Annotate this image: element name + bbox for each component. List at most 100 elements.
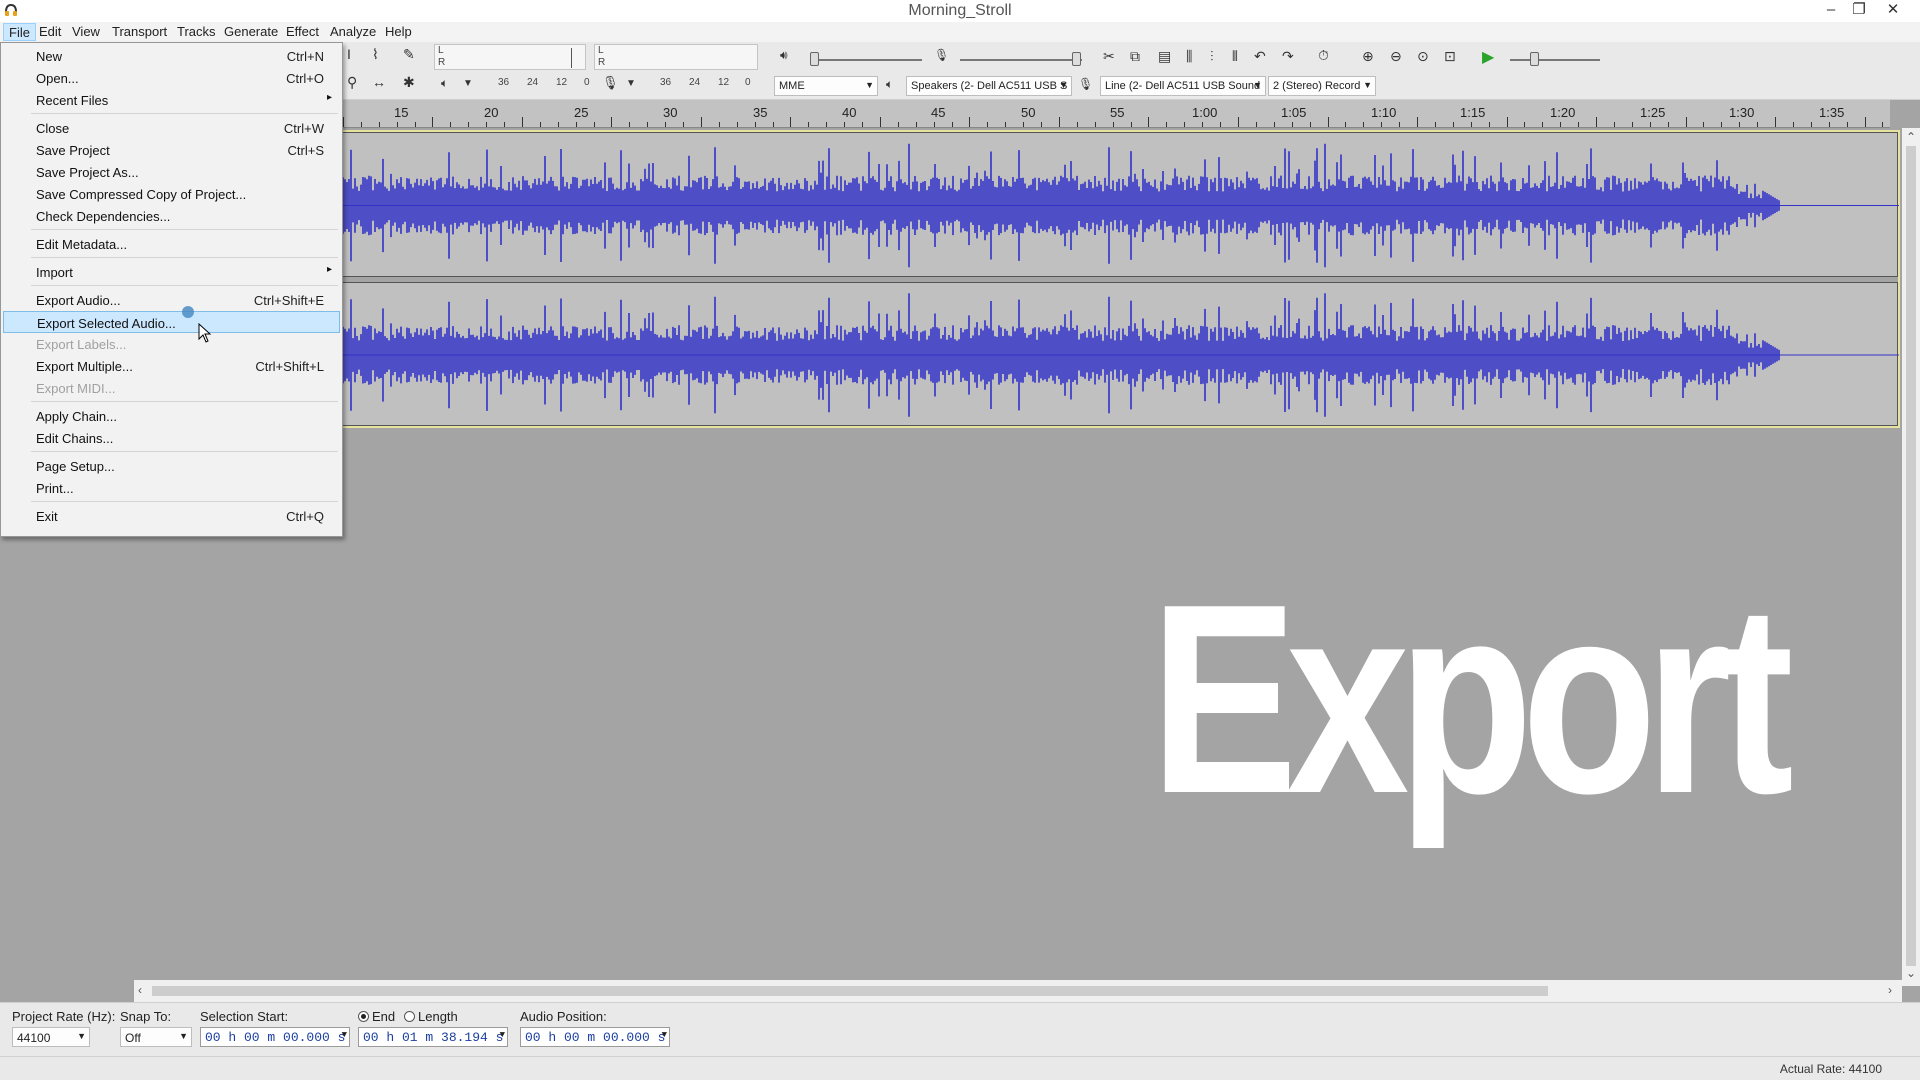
vertical-scroll-thumb[interactable] xyxy=(1906,146,1916,966)
menu-item-recent-files[interactable]: Recent Files ▸ xyxy=(3,89,340,111)
minimize-button[interactable]: – xyxy=(1818,0,1844,20)
menu-item-import[interactable]: Import ▸ xyxy=(3,261,340,283)
input-device-value: Line (2- Dell AC511 USB Sound xyxy=(1105,80,1261,92)
timeshift-tool-icon[interactable]: ↔ xyxy=(372,74,386,90)
length-radio[interactable]: Length xyxy=(404,1009,458,1024)
audio-host-select[interactable]: MME ▼ xyxy=(774,76,878,96)
ruler-tick xyxy=(1847,122,1848,127)
selection-end-time[interactable]: 00 h 01 m 38.194 s ▼ xyxy=(358,1027,508,1047)
snap-to-select[interactable]: Off ▼ xyxy=(120,1027,192,1047)
draw-tool-icon[interactable]: ✎ xyxy=(403,46,415,63)
meter-scale-label: 24 xyxy=(527,77,539,88)
scroll-left-icon[interactable]: ‹ xyxy=(138,983,142,997)
output-volume-thumb[interactable] xyxy=(810,52,819,66)
scroll-up-icon[interactable]: ⌃ xyxy=(1906,130,1916,144)
menu-view[interactable]: View xyxy=(67,23,105,41)
menu-item-exit[interactable]: Exit Ctrl+Q xyxy=(3,505,340,527)
output-device-select[interactable]: Speakers (2- Dell AC511 USB S ▼ xyxy=(906,76,1072,96)
waveform-channel-left[interactable] xyxy=(342,132,1899,277)
horizontal-scroll-thumb[interactable] xyxy=(152,986,1548,996)
multi-tool-icon[interactable]: ✱ xyxy=(403,74,415,91)
redo-icon[interactable]: ↷ xyxy=(1282,48,1294,65)
trim-icon[interactable]: ⫼ xyxy=(1186,48,1192,65)
menu-transport[interactable]: Transport xyxy=(107,23,172,41)
menu-file[interactable]: File xyxy=(3,23,36,41)
menu-item-save-project-as[interactable]: Save Project As... xyxy=(3,161,340,183)
input-device-select[interactable]: Line (2- Dell AC511 USB Sound ▼ xyxy=(1100,76,1266,96)
menu-item-label: Export Labels... xyxy=(36,337,127,352)
play-at-speed-icon[interactable]: ▶ xyxy=(1482,47,1494,67)
menu-item-label: Check Dependencies... xyxy=(36,209,171,224)
menu-generate[interactable]: Generate xyxy=(219,23,283,41)
zoom-in-icon[interactable]: ⊕ xyxy=(1362,48,1374,65)
menu-help[interactable]: Help xyxy=(380,23,417,41)
undo-icon[interactable]: ↶ xyxy=(1254,48,1266,65)
input-volume-thumb[interactable] xyxy=(1072,52,1081,66)
selection-tool-icon[interactable]: I xyxy=(347,46,351,62)
chevron-down-icon[interactable]: ▼ xyxy=(626,78,636,89)
menu-item-label: Export Multiple... xyxy=(36,359,133,374)
paste-icon[interactable]: ▤ xyxy=(1158,48,1171,65)
menu-item-save-project[interactable]: Save Project Ctrl+S xyxy=(3,139,340,161)
ruler-label: 50 xyxy=(1021,105,1036,120)
scroll-right-icon[interactable]: › xyxy=(1888,983,1892,997)
menu-item-check-dependencies[interactable]: Check Dependencies... xyxy=(3,205,340,227)
menu-item-export-audio[interactable]: Export Audio... Ctrl+Shift+E xyxy=(3,289,340,311)
chevron-down-icon: ▼ xyxy=(865,80,874,90)
ruler-tick xyxy=(1650,122,1651,127)
copy-icon[interactable]: ⧉ xyxy=(1130,48,1140,65)
output-volume-slider[interactable] xyxy=(810,59,922,61)
menu-item-close[interactable]: Close Ctrl+W xyxy=(3,117,340,139)
output-device-value: Speakers (2- Dell AC511 USB S xyxy=(911,80,1068,92)
ruler-tick xyxy=(755,122,756,127)
zoom-out-icon[interactable]: ⊖ xyxy=(1390,48,1402,65)
menu-item-edit-metadata[interactable]: Edit Metadata... xyxy=(3,233,340,255)
menu-edit[interactable]: Edit xyxy=(34,23,66,41)
waveform-channel-right[interactable] xyxy=(342,282,1899,426)
meter-scale-label: 0 xyxy=(584,77,590,88)
click-indicator xyxy=(182,306,194,318)
play-speed-slider[interactable] xyxy=(1510,59,1600,61)
menu-item-export-selected-audio[interactable]: Export Selected Audio... xyxy=(3,311,340,333)
playback-meter[interactable]: L R xyxy=(594,44,758,70)
chevron-down-icon[interactable]: ▼ xyxy=(463,78,473,89)
length-radio-indicator[interactable] xyxy=(404,1011,415,1022)
menu-item-save-compressed-copy-of-project[interactable]: Save Compressed Copy of Project... xyxy=(3,183,340,205)
restore-button[interactable]: ❐ xyxy=(1846,0,1872,20)
end-radio-indicator[interactable] xyxy=(358,1011,369,1022)
audio-position-time[interactable]: 00 h 00 m 00.000 s ▼ xyxy=(520,1027,670,1047)
sync-lock-icon[interactable]: ⫴ xyxy=(1232,48,1238,65)
envelope-tool-icon[interactable]: ⌇ xyxy=(372,46,379,63)
menu-item-apply-chain[interactable]: Apply Chain... xyxy=(3,405,340,427)
end-radio[interactable]: End xyxy=(358,1009,395,1024)
sync-timer-icon[interactable]: ⏱ xyxy=(1318,47,1329,64)
play-speed-thumb[interactable] xyxy=(1530,52,1539,66)
project-rate-select[interactable]: 44100 ▼ xyxy=(12,1027,90,1047)
menu-item-open[interactable]: Open... Ctrl+O xyxy=(3,67,340,89)
vertical-scrollbar[interactable]: ⌃ ⌄ xyxy=(1902,128,1920,986)
menu-item-export-multiple[interactable]: Export Multiple... Ctrl+Shift+L xyxy=(3,355,340,377)
zoom-tool-icon[interactable]: ⚲ xyxy=(347,74,357,91)
silence-icon[interactable]: ⫶ xyxy=(1210,48,1214,65)
audio-position-value: 00 h 00 m 00.000 s xyxy=(525,1030,666,1045)
input-volume-slider[interactable] xyxy=(960,59,1082,61)
menu-item-export-midi: Export MIDI... xyxy=(3,377,340,399)
selection-start-time[interactable]: 00 h 00 m 00.000 s ▼ xyxy=(200,1027,350,1047)
menu-item-page-setup[interactable]: Page Setup... xyxy=(3,455,340,477)
menu-item-print[interactable]: Print... xyxy=(3,477,340,499)
menu-item-edit-chains[interactable]: Edit Chains... xyxy=(3,427,340,449)
record-meter[interactable]: L R xyxy=(434,44,586,70)
close-button[interactable]: ✕ xyxy=(1880,0,1906,20)
fit-selection-icon[interactable]: ⊙ xyxy=(1417,48,1429,65)
scroll-down-icon[interactable]: ⌄ xyxy=(1906,966,1916,980)
chevron-down-icon: ▼ xyxy=(1253,80,1262,90)
input-channels-select[interactable]: 2 (Stereo) Record ▼ xyxy=(1268,76,1376,96)
menu-item-new[interactable]: New Ctrl+N xyxy=(3,45,340,67)
fit-project-icon[interactable]: ⊡ xyxy=(1444,48,1456,65)
menu-tracks[interactable]: Tracks xyxy=(172,23,221,41)
menu-effect[interactable]: Effect xyxy=(281,23,324,41)
ruler-tick xyxy=(1148,117,1149,127)
menu-analyze[interactable]: Analyze xyxy=(325,23,381,41)
horizontal-scrollbar[interactable]: ‹ › xyxy=(134,980,1902,1002)
cut-icon[interactable]: ✂ xyxy=(1103,48,1115,65)
